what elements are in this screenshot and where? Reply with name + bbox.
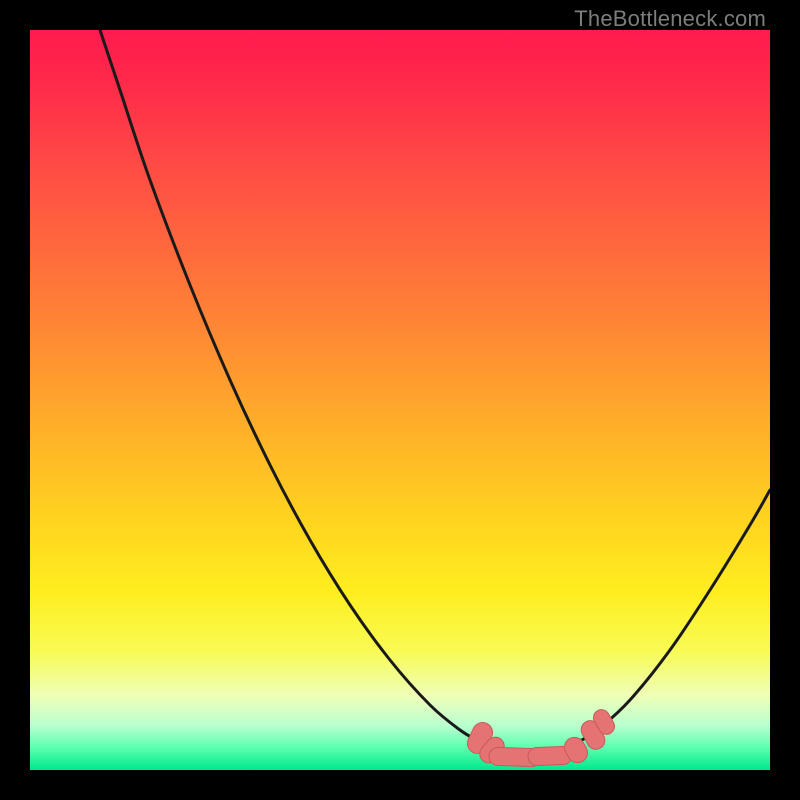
watermark-text: TheBottleneck.com bbox=[574, 6, 766, 32]
outer-frame bbox=[0, 0, 800, 800]
